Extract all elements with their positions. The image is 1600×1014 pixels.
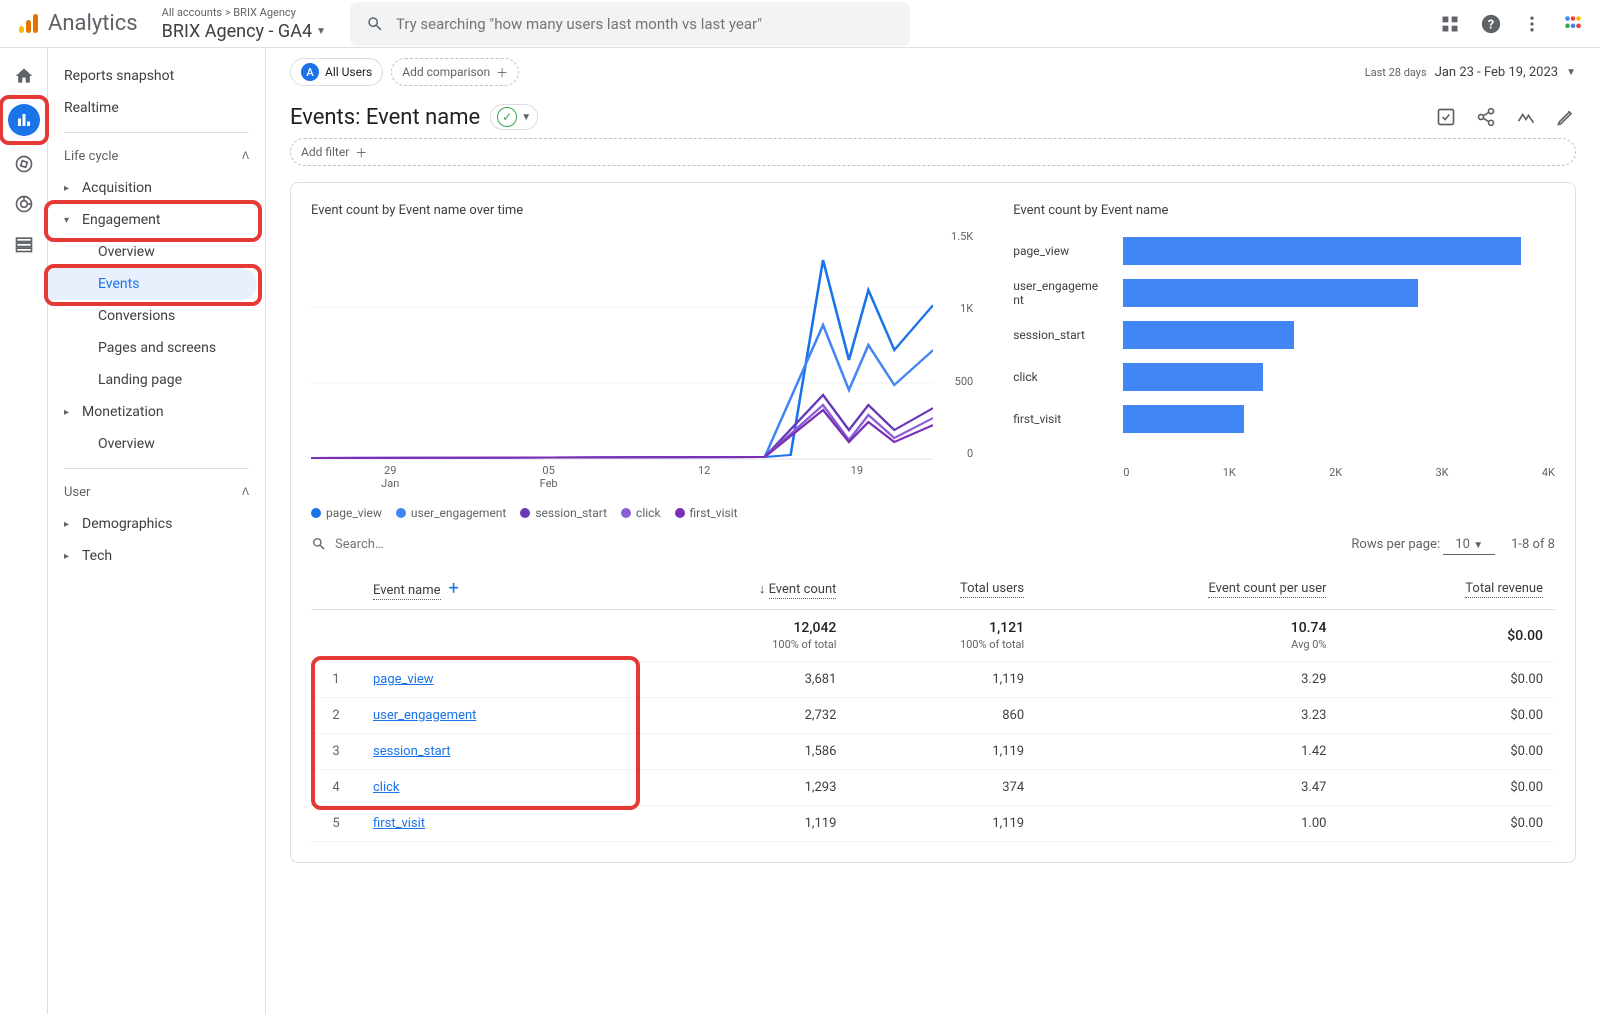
check-icon: ✓ [497,107,517,127]
home-icon[interactable] [12,64,36,88]
pagination-range: 1-8 of 8 [1511,537,1555,552]
account-icon[interactable] [1562,13,1584,35]
bar-chart: page_viewuser_engagementsession_startcli… [1013,230,1555,460]
plus-icon: ＋ [355,144,367,161]
sidebar-demographics[interactable]: ▸Demographics [48,508,265,540]
sidebar-conversions[interactable]: Conversions [48,300,265,332]
help-icon[interactable]: ? [1480,13,1502,35]
bar-chart-title: Event count by Event name [1013,203,1555,218]
line-chart-title: Event count by Event name over time [311,203,973,218]
table-search-input[interactable] [335,537,501,552]
sidebar-engagement[interactable]: ▾Engagement [48,204,265,236]
chevron-up-icon: ᐱ [242,487,249,498]
bar-row: session_start [1123,314,1555,356]
logo-text: Analytics [48,11,138,36]
caret-right-icon: ▸ [64,519,69,530]
apps-icon[interactable] [1440,14,1460,34]
event-link[interactable]: user_engagement [373,708,476,723]
plus-icon: ＋ [496,64,508,81]
more-vert-icon[interactable] [1522,14,1542,34]
event-link[interactable]: click [373,780,400,795]
breadcrumb[interactable]: All accounts > BRIX Agency [162,6,326,19]
sidebar-tech[interactable]: ▸Tech [48,540,265,572]
events-table: Event name+ ↓ Event count Total users Ev… [311,568,1555,842]
status-pill[interactable]: ✓ ▼ [490,104,538,130]
table-row: 4click1,2933743.47$0.00 [311,770,1555,806]
sidebar-user[interactable]: Userᐱ [48,477,265,508]
legend-item[interactable]: user_engagement [396,506,506,520]
chevron-up-icon: ᐱ [242,151,249,162]
advertising-icon[interactable] [12,192,36,216]
search-box[interactable] [350,2,910,46]
caret-right-icon: ▸ [64,551,69,562]
add-dimension-icon[interactable]: + [449,578,459,599]
table-row: 1page_view3,6811,1193.29$0.00 [311,662,1555,698]
svg-text:?: ? [1488,17,1494,32]
sidebar-acquisition[interactable]: ▸Acquisition [48,172,265,204]
table-row: 3session_start1,5861,1191.42$0.00 [311,734,1555,770]
sort-down-icon[interactable]: ↓ [759,582,766,597]
legend-item[interactable]: first_visit [675,506,738,520]
sidebar-pages[interactable]: Pages and screens [48,332,265,364]
chip-all-users[interactable]: AAll Users [290,58,383,86]
caret-right-icon: ▸ [64,407,69,418]
legend-item[interactable]: session_start [520,506,607,520]
reports-icon[interactable] [8,104,40,136]
event-link[interactable]: page_view [373,672,434,687]
nav-rail [0,48,48,1014]
explore-icon[interactable] [12,152,36,176]
edit-icon[interactable] [1556,107,1576,127]
caret-down-icon: ▾ [64,215,69,226]
sidebar-events[interactable]: Events [48,268,257,300]
chip-add-comparison[interactable]: Add comparison＋ [391,58,519,86]
bar-row: page_view [1123,230,1555,272]
sidebar-overview[interactable]: Overview [48,236,265,268]
table-row: 5first_visit1,1191,1191.00$0.00 [311,806,1555,842]
insights-icon[interactable] [1516,107,1536,127]
bar-row: user_engagement [1123,272,1555,314]
legend-item[interactable]: page_view [311,506,382,520]
analytics-logo-icon [16,12,40,36]
legend-item[interactable]: click [621,506,660,520]
chevron-down-icon: ▼ [521,112,531,123]
search-icon [311,536,327,552]
line-chart: 1.5K 1K 500 0 [311,230,973,490]
chevron-down-icon: ▼ [1473,540,1483,551]
event-link[interactable]: session_start [373,744,451,759]
property-selector[interactable]: BRIX Agency - GA4▼ [162,21,326,42]
chip-add-filter[interactable]: Add filter＋ [290,138,1576,166]
page-title: Events: Event name [290,105,480,130]
caret-right-icon: ▸ [64,183,69,194]
reports-sidebar: Reports snapshot Realtime Life cycleᐱ ▸A… [48,48,266,1014]
sidebar-snapshot[interactable]: Reports snapshot [48,60,265,92]
search-icon [366,15,384,33]
table-row: 2user_engagement2,7328603.23$0.00 [311,698,1555,734]
share-icon[interactable] [1476,107,1496,127]
sidebar-landing[interactable]: Landing page [48,364,265,396]
date-range-selector[interactable]: Last 28 daysJan 23 - Feb 19, 2023▼ [1365,65,1576,80]
search-input[interactable] [396,15,894,33]
sidebar-realtime[interactable]: Realtime [48,92,265,124]
chevron-down-icon: ▼ [1566,67,1576,78]
chevron-down-icon: ▼ [316,26,326,37]
bar-row: first_visit [1123,398,1555,440]
analytics-logo[interactable]: Analytics [16,11,138,36]
sidebar-lifecycle[interactable]: Life cycleᐱ [48,141,265,172]
bar-row: click [1123,356,1555,398]
sidebar-mon-overview[interactable]: Overview [48,428,265,460]
configure-icon[interactable] [12,232,36,256]
event-link[interactable]: first_visit [373,816,425,831]
rows-per-page-select[interactable]: 10 ▼ [1443,537,1495,555]
sidebar-monetization[interactable]: ▸Monetization [48,396,265,428]
customize-icon[interactable] [1436,107,1456,127]
